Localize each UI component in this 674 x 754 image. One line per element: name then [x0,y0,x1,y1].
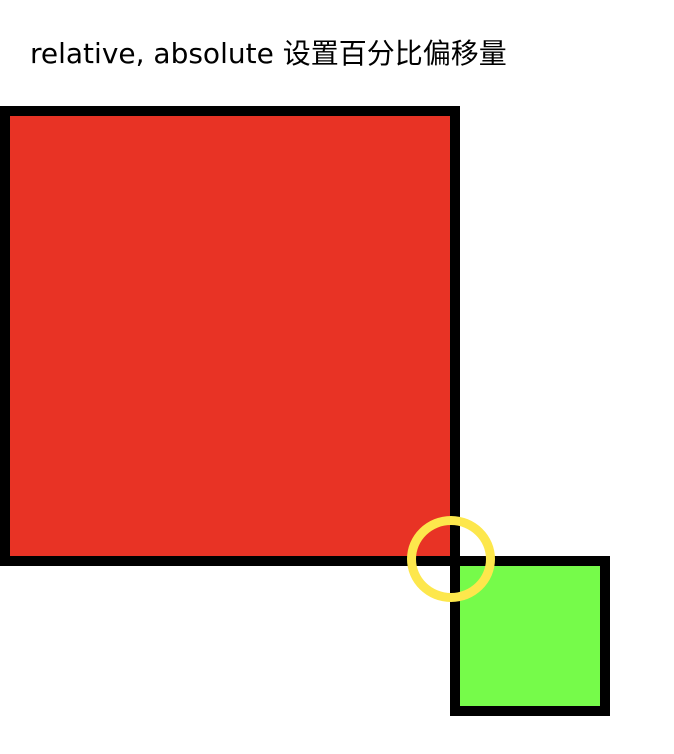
red-parent-box [0,106,460,566]
highlight-circle-annotation [407,516,495,602]
page-title: relative, absolute 设置百分比偏移量 [30,37,507,70]
